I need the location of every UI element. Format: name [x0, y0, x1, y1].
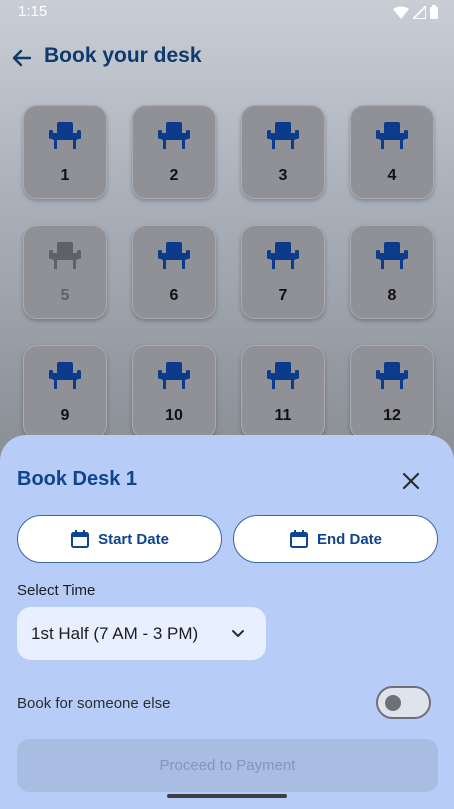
desk-number: 9 [60, 407, 70, 424]
desk-number: 6 [169, 287, 179, 304]
chair-icon [49, 362, 81, 389]
desk-number: 1 [60, 167, 70, 184]
desk-tile[interactable]: 9 [23, 345, 107, 439]
app-bar: Book your desk [0, 36, 454, 80]
desk-tile[interactable]: 7 [241, 225, 325, 319]
chair-icon [267, 362, 299, 389]
desk-tile[interactable]: 12 [350, 345, 434, 439]
arrow-left-icon[interactable] [10, 46, 34, 70]
booking-bottom-sheet: Book Desk 1 Start Date End Date Select T… [0, 435, 454, 809]
chair-icon [376, 122, 408, 149]
desk-number: 3 [278, 167, 288, 184]
desk-tile[interactable]: 1 [23, 105, 107, 199]
status-time: 1:15 [18, 3, 48, 20]
home-indicator [167, 794, 287, 798]
close-icon[interactable] [398, 468, 424, 494]
toggle-knob [385, 695, 401, 711]
desk-number: 11 [274, 407, 292, 424]
chair-icon [267, 122, 299, 149]
end-date-label: End Date [316, 530, 382, 548]
desk-tile[interactable]: 3 [241, 105, 325, 199]
desk-number: 5 [60, 287, 70, 304]
desk-tile[interactable]: 11 [241, 345, 325, 439]
chair-icon [49, 242, 81, 269]
chair-icon [158, 362, 190, 389]
status-icons [393, 5, 438, 19]
battery-icon [430, 5, 438, 19]
desk-tile[interactable]: 8 [350, 225, 434, 319]
desk-tile[interactable]: 4 [350, 105, 434, 199]
page-title: Book your desk [44, 44, 202, 67]
book-for-someone-toggle[interactable] [376, 686, 431, 719]
desk-tile[interactable]: 2 [132, 105, 216, 199]
time-dropdown[interactable]: 1st Half (7 AM - 3 PM) [17, 607, 266, 660]
sheet-title: Book Desk 1 [17, 468, 138, 490]
chevron-down-icon [232, 630, 244, 637]
desk-number: 10 [165, 407, 183, 424]
signal-icon [413, 5, 426, 19]
wifi-icon [393, 6, 409, 19]
chair-icon [158, 122, 190, 149]
proceed-to-payment-button[interactable]: Proceed to Payment [17, 739, 438, 792]
chair-icon [376, 362, 408, 389]
chair-icon [49, 122, 81, 149]
desk-number: 2 [169, 167, 179, 184]
chair-icon [376, 242, 408, 269]
desk-number: 12 [383, 407, 401, 424]
desk-number: 4 [387, 167, 397, 184]
end-date-button[interactable]: End Date [233, 515, 438, 563]
start-date-button[interactable]: Start Date [17, 515, 222, 563]
screen: 1:15 Book your desk 1 2 3 4 5 6 7 8 9 10… [0, 0, 454, 809]
book-for-someone-label: Book for someone else [17, 695, 171, 712]
calendar-icon [71, 530, 90, 548]
chair-icon [158, 242, 190, 269]
calendar-icon [289, 530, 308, 548]
desk-tile[interactable]: 6 [132, 225, 216, 319]
start-date-label: Start Date [98, 530, 169, 548]
desk-tile-unavailable: 5 [23, 225, 107, 319]
desk-tile[interactable]: 10 [132, 345, 216, 439]
status-bar: 1:15 [0, 0, 454, 26]
selected-time-value: 1st Half (7 AM - 3 PM) [31, 624, 199, 643]
desk-number: 8 [387, 287, 397, 304]
chair-icon [267, 242, 299, 269]
desk-number: 7 [278, 287, 288, 304]
select-time-label: Select Time [17, 582, 96, 599]
